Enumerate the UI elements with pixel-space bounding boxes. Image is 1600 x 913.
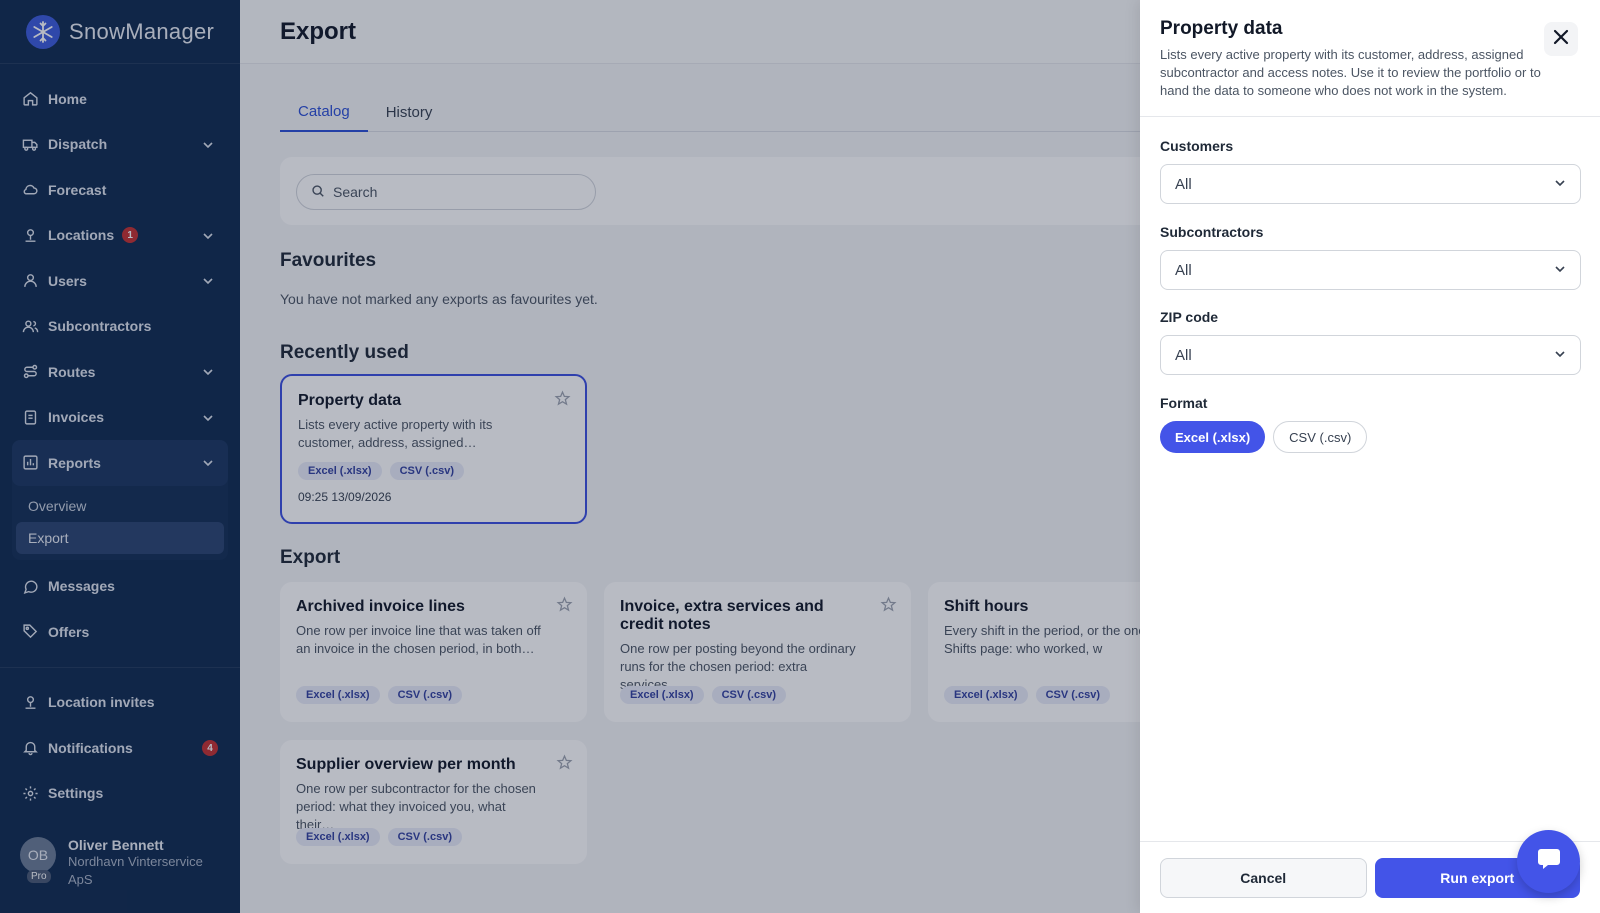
customers-select[interactable]: All (1160, 164, 1581, 204)
field-label: Subcontractors (1160, 224, 1264, 240)
drawer-title: Property data (1160, 18, 1283, 39)
format-field: Format Excel (.xlsx) CSV (.csv) (1160, 395, 1581, 453)
modal-backdrop[interactable] (0, 0, 1140, 913)
export-drawer: Property data Lists every active propert… (1140, 0, 1600, 913)
close-button[interactable] (1544, 22, 1578, 56)
drawer-header: Property data Lists every active propert… (1140, 0, 1600, 117)
subcontractors-select[interactable]: All (1160, 250, 1581, 290)
chat-icon (1536, 847, 1562, 876)
format-option-csv[interactable]: CSV (.csv) (1273, 421, 1368, 453)
format-option-xlsx[interactable]: Excel (.xlsx) (1160, 421, 1266, 453)
customers-field: Customers All (1160, 138, 1581, 204)
zip-code-select[interactable]: All (1160, 335, 1581, 375)
zip-code-field: ZIP code All (1160, 309, 1581, 375)
select-value: All (1175, 261, 1192, 279)
chat-button[interactable] (1517, 830, 1580, 893)
chevron-down-icon (1554, 262, 1566, 279)
format-options: Excel (.xlsx) CSV (.csv) (1160, 421, 1581, 453)
subcontractors-field: Subcontractors All (1160, 224, 1581, 290)
close-icon (1553, 29, 1569, 50)
field-label: Customers (1160, 138, 1234, 154)
field-label: Format (1160, 395, 1208, 411)
select-value: All (1175, 346, 1192, 364)
chevron-down-icon (1554, 176, 1566, 193)
chevron-down-icon (1554, 347, 1566, 364)
select-value: All (1175, 175, 1192, 193)
drawer-description: Lists every active property with its cus… (1160, 47, 1541, 98)
field-label: ZIP code (1160, 309, 1219, 325)
cancel-button[interactable]: Cancel (1160, 858, 1367, 898)
